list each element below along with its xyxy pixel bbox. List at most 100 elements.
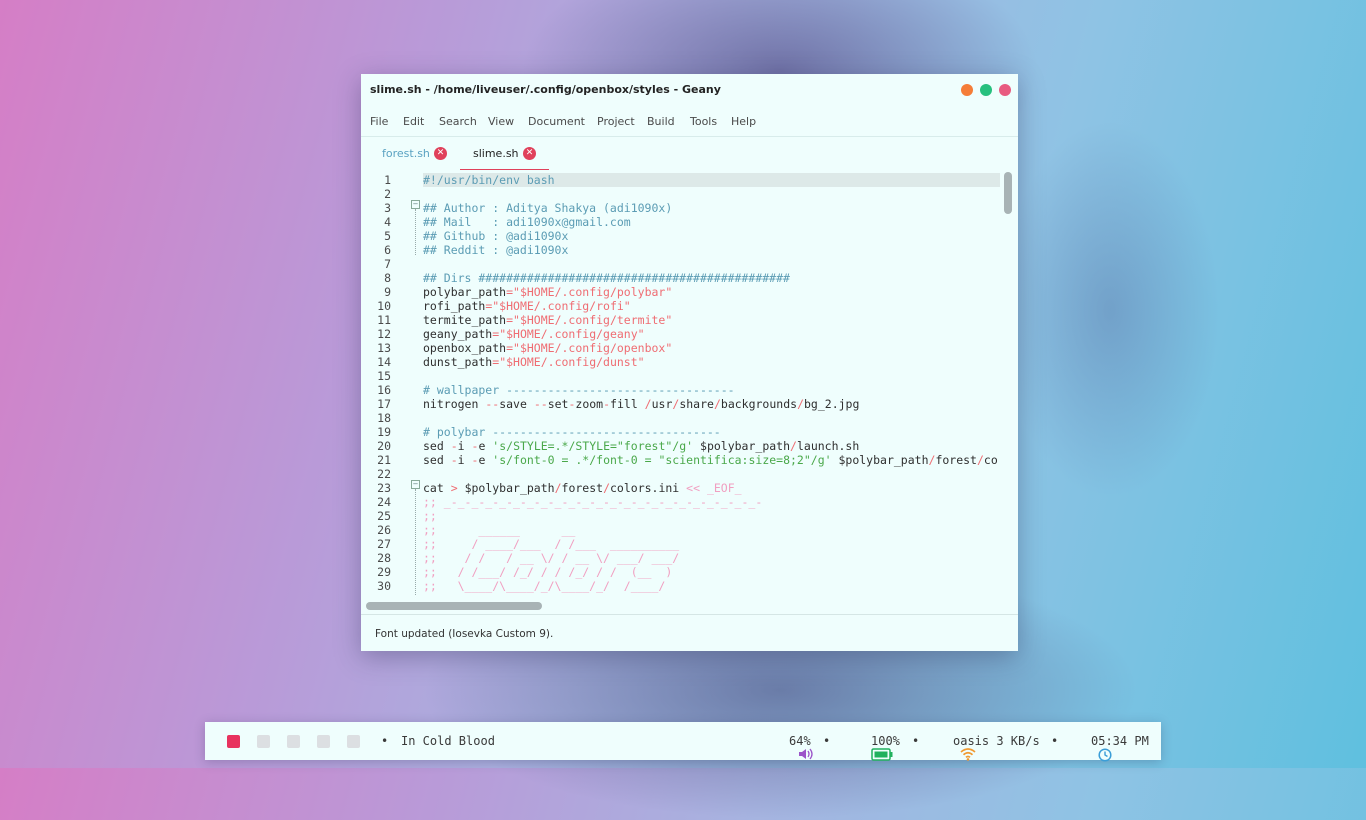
maximize-button[interactable] — [980, 84, 992, 96]
code-editor[interactable]: 1 2 3 4 5 6 7 8 9 10 11 12 13 14 15 16 17 18 19 20 21 22 23 24 2… — [361, 170, 1018, 595]
network-status: oasis 3 KB/s — [953, 734, 1040, 748]
separator: • — [1051, 734, 1059, 748]
code-line[interactable]: ## Author : Aditya Shakya (adi1090x) — [423, 201, 672, 215]
tab-slime[interactable]: slime.sh ✕ — [460, 137, 549, 171]
menu-search[interactable]: Search — [439, 115, 477, 128]
workspace-3[interactable] — [287, 735, 300, 748]
code-line[interactable]: ;; / /___/ /_/ / / /_/ / / (__ ) — [423, 565, 672, 579]
code-line[interactable]: ;; \____/\____/_/\____/_/ /____/ — [423, 579, 665, 593]
code-line[interactable]: sed -i -e 's/STYLE=.*/STYLE="forest"/g' … — [423, 439, 859, 453]
code-line[interactable]: ;; — [423, 593, 437, 595]
line-number: 25 — [377, 509, 391, 523]
menu-edit[interactable]: Edit — [403, 115, 424, 128]
window-title: slime.sh - /home/liveuser/.config/openbo… — [370, 83, 721, 96]
menu-help[interactable]: Help — [731, 115, 756, 128]
code-line[interactable]: termite_path="$HOME/.config/termite" — [423, 313, 672, 327]
code-line[interactable]: ;; ______ __ — [423, 523, 575, 537]
menu-project[interactable]: Project — [597, 115, 635, 128]
line-number: 30 — [377, 579, 391, 593]
code-line[interactable]: cat > $polybar_path/forest/colors.ini <<… — [423, 481, 742, 495]
line-number: 4 — [384, 215, 391, 229]
tab-forest[interactable]: forest.sh ✕ — [361, 137, 459, 169]
now-playing[interactable]: In Cold Blood — [401, 734, 495, 748]
code-line[interactable]: # polybar ------------------------------… — [423, 425, 721, 439]
line-number-gutter: 1 2 3 4 5 6 7 8 9 10 11 12 13 14 15 16 17 18 19 20 21 22 23 24 2… — [361, 170, 411, 595]
line-number: 12 — [377, 327, 391, 341]
code-line[interactable]: nitrogen --save --set-zoom-fill /usr/sha… — [423, 397, 859, 411]
battery-level: 100% — [871, 734, 900, 748]
code-line[interactable]: sed -i -e 's/font-0 = .*/font-0 = "scien… — [423, 453, 998, 467]
code-line[interactable]: geany_path="$HOME/.config/geany" — [423, 327, 645, 341]
workspace-1[interactable] — [227, 735, 240, 748]
code-line[interactable]: ;; — [423, 509, 437, 523]
wallpaper-shape — [1000, 120, 1220, 500]
clock-time: 05:34 PM — [1091, 734, 1149, 748]
workspace-4[interactable] — [317, 735, 330, 748]
line-number: 11 — [377, 313, 391, 327]
line-number: 23 — [377, 481, 391, 495]
vertical-scrollbar[interactable] — [1004, 172, 1012, 214]
line-number: 22 — [377, 467, 391, 481]
code-line[interactable]: ;; / / / __ \/ / __ \/ ___/ ___/ — [423, 551, 679, 565]
line-number: 19 — [377, 425, 391, 439]
code-area[interactable]: #!/usr/bin/env bash ## Author : Aditya Sh… — [423, 170, 1001, 595]
line-number: 31 — [361, 593, 391, 595]
code-line[interactable]: rofi_path="$HOME/.config/rofi" — [423, 299, 631, 313]
code-line[interactable]: ## Mail : adi1090x@gmail.com — [423, 215, 631, 229]
line-number: 16 — [377, 383, 391, 397]
line-number: 8 — [384, 271, 391, 285]
tab-bar: forest.sh ✕ slime.sh ✕ — [361, 136, 1018, 171]
menu-file[interactable]: File — [370, 115, 388, 128]
code-line[interactable]: ## Github : @adi1090x — [423, 229, 568, 243]
line-number: 7 — [384, 257, 391, 271]
workspace-2[interactable] — [257, 735, 270, 748]
tab-label: slime.sh — [473, 147, 519, 160]
close-button[interactable] — [999, 84, 1011, 96]
menu-document[interactable]: Document — [528, 115, 585, 128]
horizontal-scrollbar[interactable] — [366, 602, 542, 610]
separator: • — [381, 734, 389, 748]
code-line[interactable]: # wallpaper ----------------------------… — [423, 383, 735, 397]
code-line[interactable]: ## Reddit : @adi1090x — [423, 243, 568, 257]
code-line[interactable]: #!/usr/bin/env bash — [423, 173, 555, 187]
line-number: 2 — [384, 187, 391, 201]
line-number: 26 — [377, 523, 391, 537]
line-number: 28 — [377, 551, 391, 565]
line-number: 9 — [384, 285, 391, 299]
code-line[interactable]: openbox_path="$HOME/.config/openbox" — [423, 341, 672, 355]
line-number: 15 — [377, 369, 391, 383]
line-number: 27 — [377, 537, 391, 551]
fold-icon[interactable]: − — [411, 480, 420, 489]
line-number: 5 — [384, 229, 391, 243]
line-number: 17 — [377, 397, 391, 411]
menu-view[interactable]: View — [488, 115, 514, 128]
minimize-button[interactable] — [961, 84, 973, 96]
line-number: 21 — [377, 453, 391, 467]
workspace-5[interactable] — [347, 735, 360, 748]
code-line[interactable]: ;; _-_-_-_-_-_-_-_-_-_-_-_-_-_-_-_-_-_-_… — [423, 495, 762, 509]
fold-guide — [415, 209, 417, 255]
title-bar[interactable]: slime.sh - /home/liveuser/.config/openbo… — [361, 74, 1018, 107]
line-number: 18 — [377, 411, 391, 425]
code-line[interactable]: ;; / ____/___ / /___ __________ — [423, 537, 679, 551]
line-number: 29 — [377, 565, 391, 579]
line-number: 24 — [377, 495, 391, 509]
line-number: 10 — [377, 299, 391, 313]
separator: • — [823, 734, 831, 748]
code-line[interactable]: dunst_path="$HOME/.config/dunst" — [423, 355, 645, 369]
code-line[interactable]: polybar_path="$HOME/.config/polybar" — [423, 285, 672, 299]
menu-build[interactable]: Build — [647, 115, 675, 128]
status-message: Font updated (Iosevka Custom 9). — [375, 628, 554, 640]
fold-icon[interactable]: − — [411, 200, 420, 209]
menu-tools[interactable]: Tools — [690, 115, 717, 128]
line-number: 1 — [384, 173, 391, 187]
code-line[interactable]: ## Dirs ################################… — [423, 271, 790, 285]
line-number: 13 — [377, 341, 391, 355]
polybar-panel: • In Cold Blood 64% • 100% • oasis 3 KB/… — [205, 722, 1161, 762]
status-bar: Font updated (Iosevka Custom 9). — [361, 614, 1018, 652]
close-tab-icon[interactable]: ✕ — [434, 147, 447, 160]
close-tab-icon[interactable]: ✕ — [523, 147, 536, 160]
separator: • — [912, 734, 920, 748]
line-number: 3 — [384, 201, 391, 215]
volume-level: 64% — [789, 734, 811, 748]
